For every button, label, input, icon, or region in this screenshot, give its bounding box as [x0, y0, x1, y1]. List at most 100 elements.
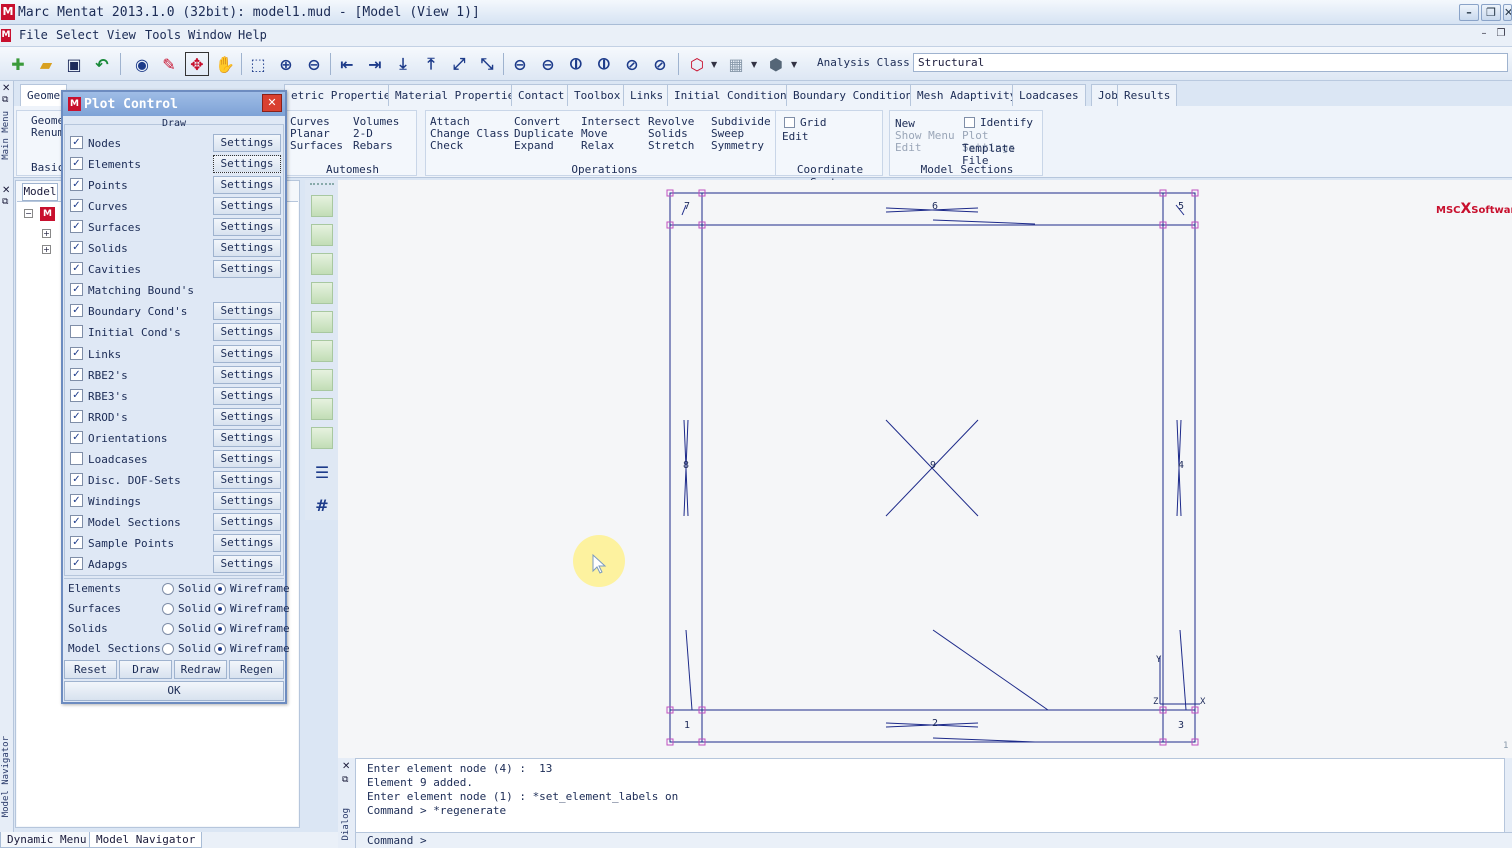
settings-button[interactable]: Settings — [213, 155, 281, 174]
menu-file[interactable]: File — [19, 28, 48, 42]
draw-checkbox[interactable]: ✓ — [70, 241, 83, 255]
redraw-button[interactable]: Redraw — [174, 660, 227, 679]
mdi-minimize-button[interactable]: – — [1477, 28, 1491, 42]
settings-button[interactable]: Settings — [213, 197, 281, 216]
rotate-y-neg-icon[interactable]: ⦶ — [592, 52, 616, 76]
tree-expand-icon[interactable]: + — [42, 229, 51, 238]
ribbon-renumber-button[interactable]: Renum — [31, 127, 64, 139]
menu-tools[interactable]: Tools — [145, 28, 181, 42]
settings-button[interactable]: Settings — [213, 323, 281, 342]
solid-radio[interactable] — [162, 603, 174, 615]
view-eye-icon[interactable]: ◉ — [130, 52, 154, 76]
select-polygon-icon[interactable] — [311, 369, 333, 391]
rotate-x-pos-icon[interactable]: ⊖ — [508, 52, 532, 76]
tab-dynamic-menu[interactable]: Dynamic Menu — [0, 832, 94, 848]
ribbon-coord-edit-button[interactable]: Edit — [782, 131, 809, 143]
settings-button[interactable]: Settings — [213, 533, 281, 552]
ribbon-stretch-button[interactable]: Stretch — [648, 140, 694, 152]
close-icon[interactable]: ✕ — [342, 761, 350, 772]
pin-icon[interactable]: ⧉ — [2, 197, 8, 207]
ok-button[interactable]: OK — [64, 681, 284, 701]
settings-button[interactable]: Settings — [213, 386, 281, 405]
settings-button[interactable]: Settings — [213, 239, 281, 258]
translate-left-icon[interactable]: ⇤ — [335, 52, 359, 76]
doc-icon[interactable]: M — [1, 29, 11, 42]
settings-button[interactable]: Settings — [213, 218, 281, 237]
draw-checkbox[interactable]: ✓ — [70, 157, 83, 171]
tab-initial-conditions[interactable]: Initial Conditions — [667, 84, 801, 106]
ribbon-section-edit-button[interactable]: Edit — [895, 142, 922, 154]
chevron-down-icon[interactable]: ▼ — [751, 60, 757, 69]
draw-checkbox[interactable]: ✓ — [70, 472, 83, 486]
rotate-z-pos-icon[interactable]: ⊘ — [620, 52, 644, 76]
draw-checkbox[interactable]: ✓ — [70, 493, 83, 507]
regen-button[interactable]: Regen — [229, 660, 284, 679]
zoom-out-icon[interactable]: ⊖ — [302, 52, 326, 76]
rotate-x-neg-icon[interactable]: ⊖ — [536, 52, 560, 76]
tab-material-properties[interactable]: Material Properties — [388, 84, 528, 106]
settings-button[interactable]: Settings — [213, 555, 281, 573]
solid-radio[interactable] — [162, 643, 174, 655]
select-points-icon[interactable] — [311, 195, 333, 217]
identify-checkbox[interactable] — [964, 117, 975, 128]
plot-control-close-button[interactable]: ✕ — [262, 94, 282, 112]
settings-button[interactable]: Settings — [213, 302, 281, 321]
draw-checkbox[interactable]: ✓ — [70, 304, 83, 318]
command-prompt[interactable]: Command > — [367, 834, 427, 847]
draw-checkbox[interactable]: ✓ — [70, 535, 83, 549]
reset-button[interactable]: Reset — [64, 660, 117, 679]
wireframe-radio[interactable] — [214, 603, 226, 615]
analysis-class-field[interactable]: Structural — [913, 53, 1508, 72]
solid-radio[interactable] — [162, 623, 174, 635]
model-node-icon[interactable]: M — [40, 207, 55, 221]
rotate-y-pos-icon[interactable]: ⦶ — [564, 52, 588, 76]
settings-button[interactable]: Settings — [213, 428, 281, 447]
settings-button[interactable]: Settings — [213, 407, 281, 426]
menu-select[interactable]: Select — [56, 28, 99, 42]
rotate-z-neg-icon[interactable]: ⊘ — [648, 52, 672, 76]
maximize-button[interactable]: ❐ — [1481, 4, 1501, 21]
settings-button[interactable]: Settings — [213, 449, 281, 468]
menu-window[interactable]: Window — [188, 28, 231, 42]
draw-checkbox[interactable]: ✓ — [70, 199, 83, 213]
ribbon-2d-rebars-button[interactable]: 2-D Rebars — [353, 128, 416, 152]
draw-button[interactable]: Draw — [119, 660, 172, 679]
draw-checkbox[interactable]: ✓ — [70, 262, 83, 276]
translate-diag-2-icon[interactable]: ⤡ — [475, 52, 499, 76]
draw-checkbox[interactable]: ✓ — [70, 514, 83, 528]
tab-model-navigator[interactable]: Model Navigator — [89, 832, 203, 848]
select-checked-icon[interactable] — [311, 224, 333, 246]
tab-mesh-adaptivity[interactable]: Mesh Adaptivity — [910, 84, 1024, 106]
pin-icon[interactable]: ⧉ — [2, 95, 8, 105]
settings-button[interactable]: Settings — [213, 260, 281, 279]
menu-help[interactable]: Help — [238, 28, 267, 42]
dialog-scrollbar[interactable] — [1504, 758, 1512, 832]
draw-checkbox[interactable]: ✓ — [70, 388, 83, 402]
translate-up-icon[interactable]: ⤒ — [419, 52, 443, 76]
model-navigator-side-label[interactable]: Model Navigator — [1, 736, 11, 817]
select-surface-icon[interactable] — [311, 398, 333, 420]
tab-boundary-conditions[interactable]: Boundary Conditions — [786, 84, 926, 106]
menu-view[interactable]: View — [107, 28, 136, 42]
tab-geometric-properties[interactable]: etric Properties — [284, 84, 404, 106]
rotate-icon[interactable]: ✎ — [157, 52, 181, 76]
chevron-down-icon[interactable]: ▼ — [711, 60, 717, 69]
close-icon[interactable]: ✕ — [2, 185, 10, 196]
model-drawing[interactable]: 7 6 5 3 4 9 1 2 8 X Y Z 1 — [338, 180, 1512, 758]
settings-button[interactable]: Settings — [213, 365, 281, 384]
grid-view-icon[interactable]: ▦ — [724, 52, 748, 76]
chevron-down-icon[interactable]: ▼ — [791, 60, 797, 69]
close-icon[interactable]: ✕ — [2, 83, 10, 94]
settings-button[interactable]: Settings — [213, 470, 281, 489]
tab-links[interactable]: Links — [623, 84, 671, 106]
plot-control-titlebar[interactable]: M Plot Control — [63, 92, 285, 116]
ribbon-expand-button[interactable]: Expand — [514, 140, 554, 152]
select-plane-icon[interactable] — [311, 427, 333, 449]
list-icon[interactable]: ☰ — [311, 463, 333, 485]
tab-loadcases[interactable]: Loadcases — [1012, 84, 1086, 106]
settings-button[interactable]: Settings — [213, 491, 281, 510]
iso-view-icon[interactable]: ⬢ — [764, 52, 788, 76]
open-folder-icon[interactable]: ▰ — [34, 52, 58, 76]
pin-icon[interactable]: ⧉ — [342, 775, 348, 785]
ribbon-relax-button[interactable]: Relax — [581, 140, 614, 152]
